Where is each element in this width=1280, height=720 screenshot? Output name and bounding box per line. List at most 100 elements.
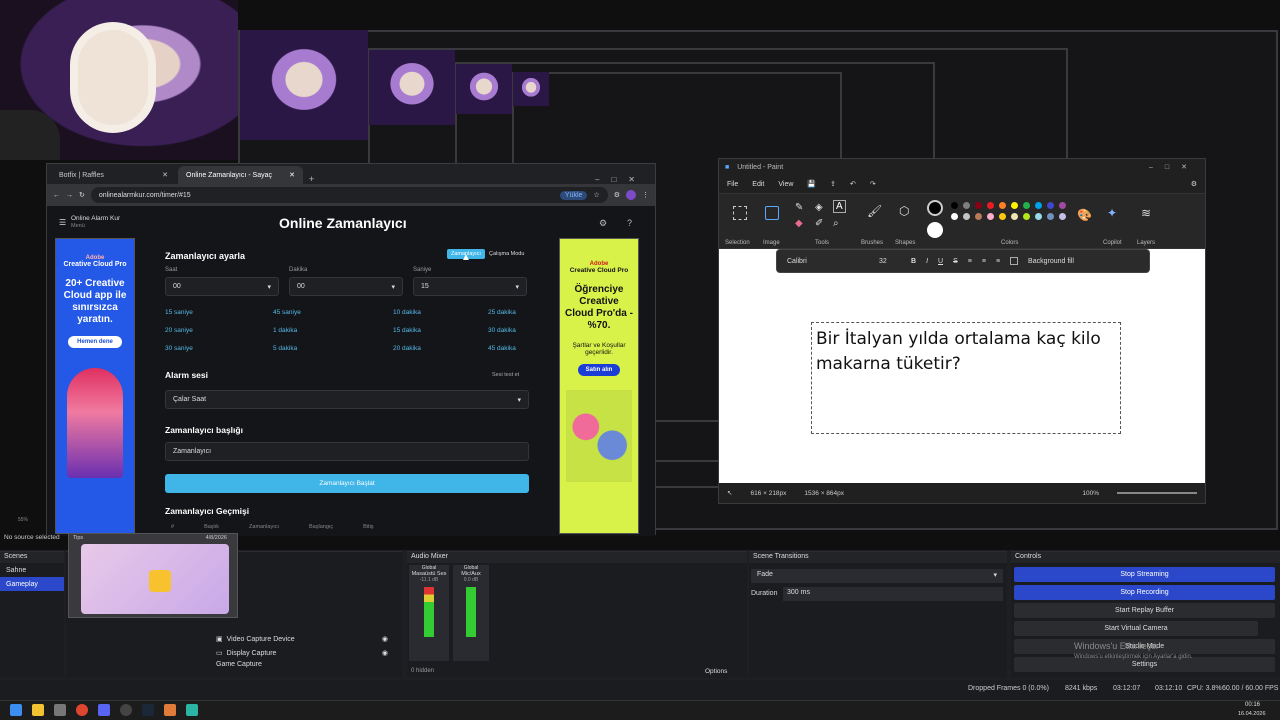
minute-select[interactable]: 00 ▾ (289, 277, 403, 296)
hour-select[interactable]: 00 ▾ (165, 277, 279, 296)
app-icon[interactable] (186, 704, 198, 716)
palette-swatch[interactable] (1047, 202, 1054, 209)
transition-select[interactable]: Fade ▾ (751, 569, 1003, 583)
ad-banner-left[interactable]: Adobe Creative Cloud Pro 20+ Creative Cl… (55, 238, 135, 534)
palette-swatch[interactable] (951, 202, 958, 209)
settings-icon[interactable]: ⚙ (599, 218, 607, 229)
align-right-icon[interactable]: ≡ (996, 258, 1000, 265)
palette-swatch[interactable] (987, 202, 994, 209)
menu-icon[interactable]: ⋮ (642, 191, 649, 199)
start-timer-button[interactable]: Zamanlayıcı Başlat (165, 474, 529, 493)
site-name[interactable]: Online Alarm Kur (71, 215, 120, 222)
quick-timer-link[interactable]: 10 dakika (393, 309, 421, 316)
back-icon[interactable]: ← (53, 192, 60, 199)
paint-canvas[interactable]: Bir İtalyan yılda ortalama kaç kilo maka… (719, 249, 1205, 483)
palette-swatch[interactable] (1059, 213, 1066, 220)
palette-swatch[interactable] (1047, 213, 1054, 220)
palette-swatch[interactable] (987, 213, 994, 220)
quick-timer-link[interactable]: 15 saniye (165, 309, 193, 316)
window-controls[interactable]: –□✕ (587, 175, 655, 184)
star-icon[interactable]: ☆ (593, 191, 599, 199)
help-icon[interactable]: ? (627, 218, 632, 228)
palette-swatch[interactable] (1059, 202, 1066, 209)
brush-icon[interactable]: 🖌 (867, 204, 882, 218)
shapes-icon[interactable]: ⬡ (899, 204, 909, 218)
quick-timer-link[interactable]: 20 dakika (393, 345, 421, 352)
palette-swatch[interactable] (1023, 213, 1030, 220)
palette-swatch[interactable] (975, 202, 982, 209)
start-virtual-camera-button[interactable]: Start Virtual Camera (1014, 621, 1258, 636)
palette-swatch[interactable] (999, 213, 1006, 220)
steam-icon[interactable] (142, 704, 154, 716)
palette-swatch[interactable] (951, 213, 958, 220)
obs-icon[interactable] (120, 704, 132, 716)
settings-icon[interactable]: ⚙ (1191, 180, 1197, 188)
discord-icon[interactable] (98, 704, 110, 716)
source-item[interactable]: Game Capture (210, 660, 394, 668)
color-2-swatch[interactable] (927, 222, 943, 238)
install-button[interactable]: Yükle (559, 190, 588, 200)
copilot-icon[interactable]: ✦ (1107, 206, 1117, 220)
eye-icon[interactable]: ◉ (382, 635, 388, 643)
stop-streaming-button[interactable]: Stop Streaming (1014, 567, 1275, 582)
quick-timer-link[interactable]: 25 dakika (488, 309, 516, 316)
palette-swatch[interactable] (1035, 202, 1042, 209)
start-icon[interactable] (10, 704, 22, 716)
align-left-icon[interactable]: ≡ (968, 258, 972, 265)
close-icon[interactable]: ✕ (162, 171, 168, 179)
eye-icon[interactable]: ◉ (382, 649, 388, 657)
chrome-icon[interactable] (76, 704, 88, 716)
undo-icon[interactable]: ↶ (850, 180, 856, 188)
quick-timer-link[interactable]: 30 saniye (165, 345, 193, 352)
share-icon[interactable]: ⇪ (830, 180, 836, 188)
second-select[interactable]: 15 ▾ (413, 277, 527, 296)
redo-icon[interactable]: ↷ (870, 180, 876, 188)
font-family-select[interactable]: Calibri (787, 258, 869, 265)
font-size-select[interactable]: 32 (879, 258, 901, 265)
bg-fill-checkbox[interactable] (1010, 257, 1019, 265)
quick-timer-link[interactable]: 20 saniye (165, 327, 193, 334)
pencil-icon[interactable]: ✎ (795, 202, 803, 213)
quick-timer-link[interactable]: 1 dakika (273, 327, 297, 334)
text-icon[interactable]: A (833, 200, 846, 213)
mode-work-tab[interactable]: Çalışma Modu (485, 249, 528, 259)
zoom-slider[interactable] (1117, 492, 1197, 494)
start-replay-buffer-button[interactable]: Start Replay Buffer (1014, 603, 1275, 618)
palette-swatch[interactable] (1011, 202, 1018, 209)
menu-edit[interactable]: Edit (752, 181, 764, 188)
quick-timer-link[interactable]: 45 saniye (273, 309, 301, 316)
color-1-swatch[interactable] (927, 200, 943, 216)
source-item[interactable]: ▭ Display Capture ◉ (210, 646, 394, 660)
close-icon[interactable]: ✕ (289, 171, 295, 179)
quick-timer-link[interactable]: 45 dakika (488, 345, 516, 352)
strikethrough-icon[interactable]: S (953, 258, 958, 265)
hamburger-icon[interactable]: ☰ (59, 218, 66, 227)
edit-colors-icon[interactable]: 🎨 (1077, 208, 1092, 222)
app-icon[interactable] (164, 704, 176, 716)
quick-timer-link[interactable]: 15 dakika (393, 327, 421, 334)
selection-icon[interactable] (733, 206, 747, 220)
source-item[interactable]: ▣ Video Capture Device ◉ (210, 632, 394, 646)
ad-banner-right[interactable]: Adobe Creative Cloud Pro Öğrenciye Creat… (559, 238, 639, 534)
explorer-icon[interactable] (32, 704, 44, 716)
clock-time[interactable]: 00:16 (1245, 702, 1260, 708)
extensions-icon[interactable]: ⚙ (614, 191, 620, 199)
canvas-textbox[interactable]: Bir İtalyan yılda ortalama kaç kilo maka… (811, 322, 1121, 434)
eraser-icon[interactable]: ◆ (795, 218, 803, 229)
address-bar[interactable]: onlinealarmkur.com/timer/#15 Yükle ☆ (90, 187, 608, 203)
duration-input[interactable]: 300 ms (783, 587, 1003, 601)
palette-swatch[interactable] (1023, 202, 1030, 209)
fill-icon[interactable]: ◈ (815, 202, 823, 213)
scene-item[interactable]: Sahne (0, 563, 64, 577)
align-center-icon[interactable]: ≡ (982, 258, 986, 265)
menu-view[interactable]: View (778, 181, 793, 188)
quick-timer-link[interactable]: 5 dakika (273, 345, 297, 352)
scene-item-selected[interactable]: Gameplay (0, 577, 64, 591)
app-icon[interactable] (54, 704, 66, 716)
layers-icon[interactable]: ≋ (1141, 206, 1151, 220)
timer-title-input[interactable]: Zamanlayıcı (165, 442, 529, 461)
alarm-select[interactable]: Çalar Saat ▾ (165, 390, 529, 409)
forward-icon[interactable]: → (66, 192, 73, 199)
sound-test-link[interactable]: Sesi test et (492, 372, 519, 378)
zoom-level[interactable]: 100% (1082, 490, 1099, 497)
